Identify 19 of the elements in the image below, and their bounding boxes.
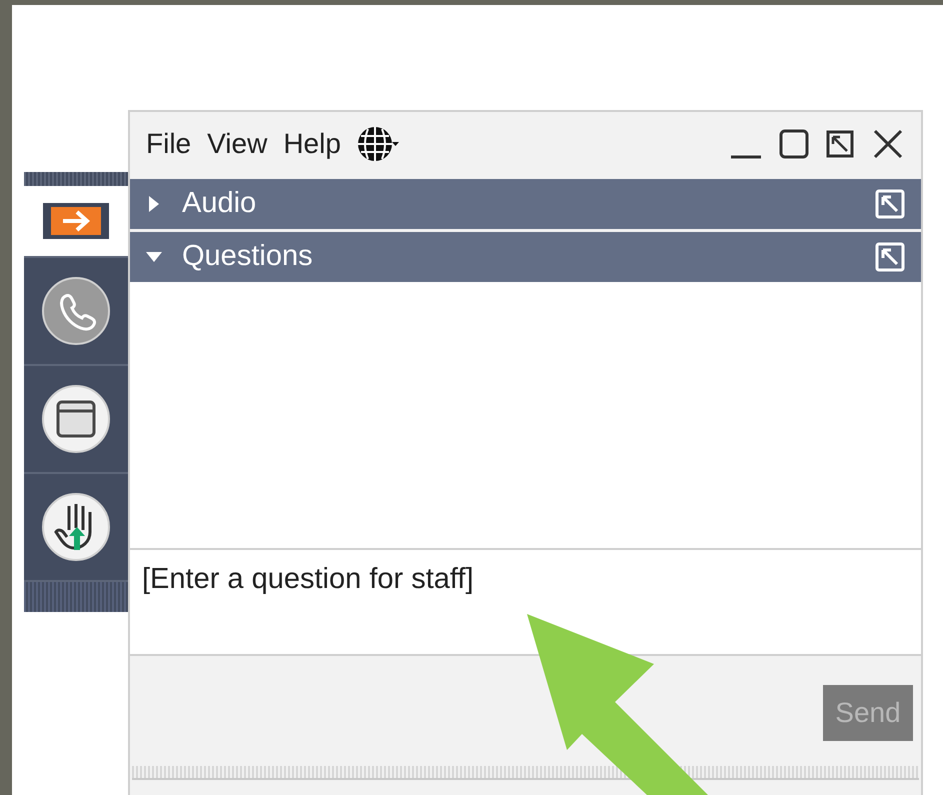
pane-header[interactable]: Questions bbox=[130, 232, 921, 282]
phone-icon bbox=[41, 276, 111, 346]
undock-icon[interactable] bbox=[875, 189, 905, 219]
pane-header[interactable]: Audio bbox=[130, 179, 921, 229]
window-icon bbox=[41, 384, 111, 454]
close-icon[interactable] bbox=[871, 127, 905, 161]
pane-title: Audio bbox=[182, 186, 256, 222]
pane-title: Questions bbox=[182, 239, 313, 274]
menu-item[interactable]: File bbox=[146, 123, 192, 165]
globe-icon bbox=[356, 124, 399, 164]
language-button[interactable] bbox=[356, 124, 399, 164]
menu-item[interactable]: Help bbox=[283, 123, 341, 165]
undock-icon[interactable] bbox=[875, 242, 905, 272]
maximize-icon[interactable] bbox=[779, 127, 809, 161]
question-field[interactable]: [Enter a question for staff] bbox=[130, 550, 921, 656]
rail-button[interactable] bbox=[24, 186, 128, 258]
raised-hand-icon bbox=[41, 492, 111, 562]
menu-item[interactable]: View bbox=[207, 123, 268, 165]
resize-grip[interactable] bbox=[132, 766, 919, 780]
